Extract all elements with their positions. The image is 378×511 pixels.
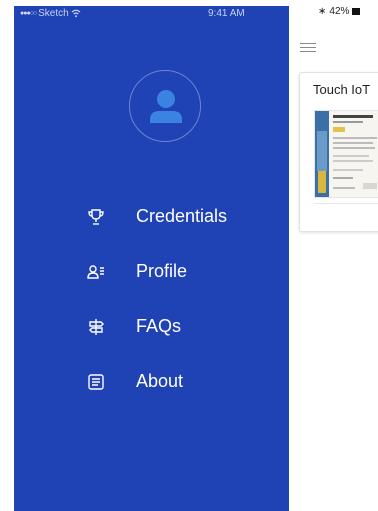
menu-item-about[interactable]: About xyxy=(84,354,284,409)
certificate-thumbnail xyxy=(314,110,378,198)
menu-label-faqs: FAQs xyxy=(136,316,182,336)
drawer-menu: Credentials Profile FAQs About xyxy=(84,189,284,409)
status-bar-left: ●●●○○ Sketch xyxy=(20,8,81,19)
menu-item-faqs[interactable]: FAQs xyxy=(84,299,284,354)
wifi-icon xyxy=(71,9,81,18)
document-icon xyxy=(84,370,108,394)
status-bar-right: ∗ 42% xyxy=(318,6,361,17)
menu-label-profile: Profile xyxy=(136,261,188,281)
user-avatar-icon[interactable] xyxy=(129,70,201,142)
card-divider xyxy=(314,203,378,204)
card-title: Touch IoT xyxy=(313,82,371,97)
menu-label-credentials: Credentials xyxy=(136,206,228,226)
carrier-name: Sketch xyxy=(38,8,69,19)
signpost-icon xyxy=(84,315,108,339)
trophy-icon xyxy=(84,205,108,229)
navigation-drawer: ●●●○○ Sketch 9:41 AM Credentials Profile… xyxy=(14,6,289,511)
credential-card[interactable]: Touch IoT xyxy=(299,72,378,232)
battery-icon xyxy=(352,8,361,15)
hamburger-menu-icon[interactable] xyxy=(300,43,316,53)
menu-item-credentials[interactable]: Credentials xyxy=(84,189,284,244)
battery-percentage: 42% xyxy=(329,6,350,17)
menu-item-profile[interactable]: Profile xyxy=(84,244,284,299)
menu-label-about: About xyxy=(136,371,184,391)
signal-strength-icon: ●●●○○ xyxy=(20,10,37,17)
app-screen: ∗ 42% Touch IoT ●●●○○ Sketch 9:41 AM Cre… xyxy=(0,0,378,511)
status-time: 9:41 AM xyxy=(208,8,245,19)
profile-list-icon xyxy=(84,260,108,284)
bluetooth-icon: ∗ xyxy=(318,6,327,17)
